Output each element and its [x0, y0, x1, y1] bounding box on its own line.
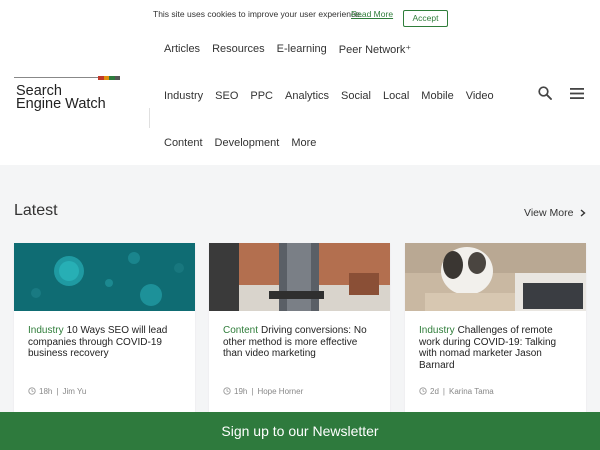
article-headline[interactable]: Industry Challenges of remote work during…	[419, 325, 571, 371]
latest-heading: Latest	[14, 202, 58, 219]
article-time: 19h	[234, 387, 248, 396]
site-logo[interactable]: Search Engine Watch	[14, 76, 124, 116]
clock-icon	[223, 387, 231, 395]
nav-item-articles[interactable]: Articles	[164, 43, 200, 56]
nav-item-resources[interactable]: Resources	[212, 43, 265, 56]
nav-categories: Industry SEO PPC Analytics Social Local …	[164, 90, 506, 102]
nav-item-more[interactable]: More	[291, 137, 316, 149]
article-author[interactable]: Hope Horner	[257, 387, 303, 396]
nav-item-peer-network[interactable]: Peer Network⁺	[339, 43, 411, 56]
article-card[interactable]: Industry 10 Ways SEO will lead companies …	[14, 243, 195, 413]
cookie-banner: This site uses cookies to improve your u…	[0, 5, 600, 27]
article-card[interactable]: Content Driving conversions: No other met…	[209, 243, 390, 413]
article-author[interactable]: Karina Tama	[449, 387, 494, 396]
nav-item-content[interactable]: Content	[164, 137, 203, 149]
nav-item-social[interactable]: Social	[341, 90, 371, 102]
search-icon[interactable]	[538, 86, 552, 100]
article-meta: 19h | Hope Horner	[223, 387, 303, 396]
logo-line-2: Engine Watch	[16, 96, 106, 112]
view-more-label: View More	[524, 207, 574, 219]
logo-rule	[14, 77, 98, 78]
article-category[interactable]: Industry	[419, 325, 455, 336]
clock-icon	[28, 387, 36, 395]
logo-color-bars	[98, 76, 120, 80]
article-category[interactable]: Industry	[28, 325, 64, 336]
article-meta: 2d | Karina Tama	[419, 387, 494, 396]
article-image-virus	[14, 243, 195, 311]
nav-item-mobile[interactable]: Mobile	[421, 90, 453, 102]
article-image-video-recording	[209, 243, 390, 311]
article-card[interactable]: Industry Challenges of remote work during…	[405, 243, 586, 413]
article-image-dog-laptop	[405, 243, 586, 311]
nav-item-seo[interactable]: SEO	[215, 90, 238, 102]
chevron-right-icon	[580, 209, 586, 217]
article-meta: 18h | Jim Yu	[28, 387, 86, 396]
article-headline[interactable]: Content Driving conversions: No other met…	[223, 325, 375, 360]
hamburger-menu-icon[interactable]	[570, 88, 584, 99]
site-header: This site uses cookies to improve your u…	[0, 0, 600, 165]
nav-item-ppc[interactable]: PPC	[250, 90, 273, 102]
nav-item-industry[interactable]: Industry	[164, 90, 203, 102]
header-divider	[149, 108, 150, 128]
nav-primary: Articles Resources E-learning Peer Netwo…	[164, 43, 423, 56]
cookie-accept-button[interactable]: Accept	[403, 10, 448, 27]
article-headline[interactable]: Industry 10 Ways SEO will lead companies …	[28, 325, 180, 360]
cookie-read-more-link[interactable]: Read More	[351, 9, 393, 19]
nav-item-e-learning[interactable]: E-learning	[277, 43, 327, 56]
view-more-link[interactable]: View More	[524, 207, 586, 219]
cookie-text: This site uses cookies to improve your u…	[153, 9, 363, 19]
article-author[interactable]: Jim Yu	[62, 387, 86, 396]
article-time: 2d	[430, 387, 439, 396]
nav-item-analytics[interactable]: Analytics	[285, 90, 329, 102]
nav-secondary: Content Development More	[164, 137, 328, 149]
clock-icon	[419, 387, 427, 395]
nav-item-local[interactable]: Local	[383, 90, 409, 102]
nav-item-video[interactable]: Video	[466, 90, 494, 102]
newsletter-signup-banner[interactable]: Sign up to our Newsletter	[0, 412, 600, 450]
article-time: 18h	[39, 387, 53, 396]
article-category[interactable]: Content	[223, 325, 258, 336]
nav-item-development[interactable]: Development	[215, 137, 280, 149]
